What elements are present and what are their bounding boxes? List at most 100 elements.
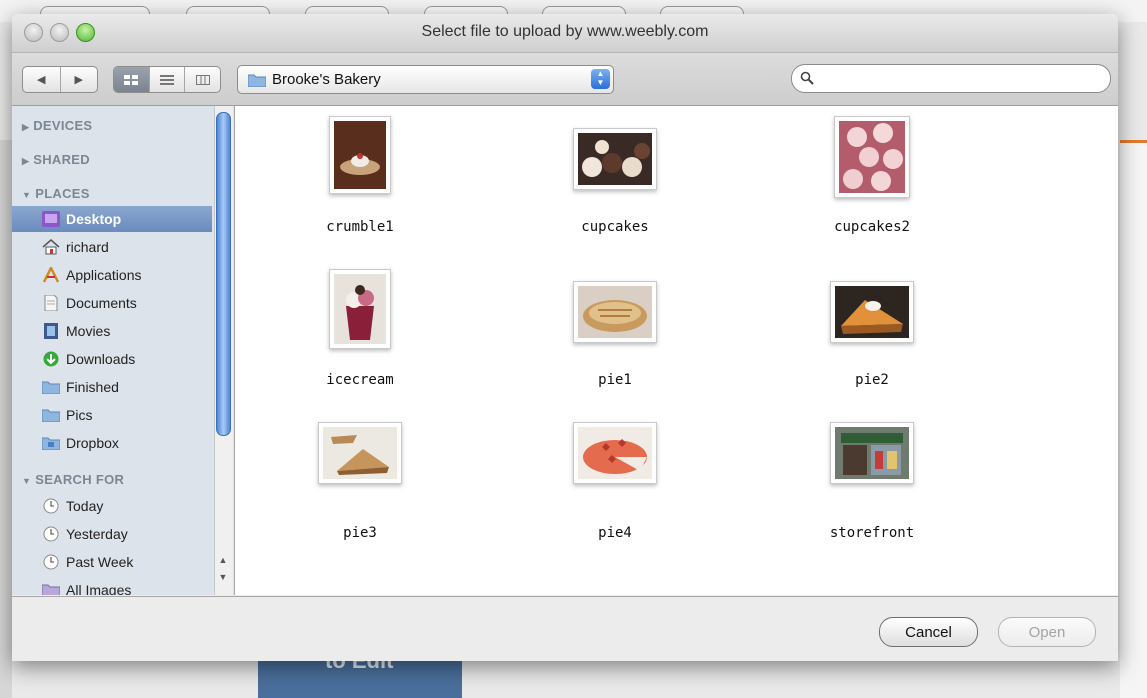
file-thumbnail xyxy=(573,281,657,343)
file-item-cupcakes2[interactable]: cupcakes2 xyxy=(792,116,952,256)
column-view-button[interactable] xyxy=(185,67,220,92)
folder-icon xyxy=(42,406,60,424)
file-thumbnail xyxy=(329,116,391,194)
file-upload-dialog: Select file to upload by www.weebly.com … xyxy=(12,14,1118,661)
open-button[interactable]: Open xyxy=(998,617,1096,647)
location-label: Brooke's Bakery xyxy=(272,71,381,88)
dialog-footer: Cancel Open xyxy=(12,596,1118,661)
search-icon xyxy=(800,71,814,85)
shared-section-header[interactable]: ▶ SHARED xyxy=(22,152,90,167)
sidebar-scrollbar-thumb[interactable] xyxy=(216,112,231,436)
file-item-pie3[interactable]: pie3 xyxy=(280,422,440,562)
clock-icon xyxy=(42,525,60,543)
background-page-edge xyxy=(0,140,12,698)
sidebar-item-desktop[interactable]: Desktop xyxy=(12,206,212,232)
forward-button[interactable]: ▶ xyxy=(61,67,98,92)
sidebar-item-downloads[interactable]: Downloads xyxy=(12,346,212,372)
sidebar-item-label: Finished xyxy=(66,379,119,395)
sidebar-item-past-week[interactable]: Past Week xyxy=(12,549,212,575)
file-name: crumble1 xyxy=(326,219,394,235)
file-name: cupcakes xyxy=(581,219,649,235)
file-item-storefront[interactable]: storefront xyxy=(792,422,952,562)
sidebar-item-label: Past Week xyxy=(66,554,134,570)
clock-icon xyxy=(42,497,60,515)
file-thumbnail xyxy=(318,422,402,484)
disclosure-open-icon: ▼ xyxy=(22,476,32,486)
search-field[interactable] xyxy=(791,64,1111,93)
desktop-icon xyxy=(42,210,60,228)
sidebar-item-label: Pics xyxy=(66,407,93,423)
window-title: Select file to upload by www.weebly.com xyxy=(421,23,709,40)
search-for-section-header[interactable]: ▼ SEARCH FOR xyxy=(22,472,124,487)
sidebar-item-label: Movies xyxy=(66,323,111,339)
file-name: pie2 xyxy=(855,372,889,388)
sidebar: ▶ DEVICES ▶ SHARED ▼ PLACES Desktop richard… xyxy=(12,106,235,595)
sidebar-item-yesterday[interactable]: Yesterday xyxy=(12,521,212,547)
scroll-up-arrow-icon[interactable]: ▲ xyxy=(216,555,230,565)
movies-icon xyxy=(42,322,60,340)
folder-icon xyxy=(248,74,266,87)
file-name: pie1 xyxy=(598,372,632,388)
sidebar-item-applications[interactable]: Applications xyxy=(12,262,212,288)
scroll-down-arrow-icon[interactable]: ▼ xyxy=(216,572,230,582)
search-input[interactable] xyxy=(818,68,1102,89)
disclosure-open-icon: ▼ xyxy=(22,190,32,200)
cancel-button[interactable]: Cancel xyxy=(879,617,978,647)
sidebar-item-label: Yesterday xyxy=(66,526,128,542)
sidebar-item-label: Desktop xyxy=(66,211,122,227)
sidebar-item-today[interactable]: Today xyxy=(12,493,212,519)
background-accent-line xyxy=(1120,140,1147,143)
sidebar-item-documents[interactable]: Documents xyxy=(12,290,212,316)
view-mode-control xyxy=(113,66,221,93)
sidebar-item-finished[interactable]: Finished xyxy=(12,374,212,400)
applications-icon xyxy=(42,266,60,284)
downloads-icon xyxy=(42,350,60,368)
file-thumbnail xyxy=(573,128,657,190)
documents-icon xyxy=(42,294,60,312)
devices-section-header[interactable]: ▶ DEVICES xyxy=(22,118,92,133)
toolbar: ◀ ▶ Brooke's Bakery ▲ ▼ xyxy=(12,53,1118,106)
file-item-icecream[interactable]: icecream xyxy=(280,269,440,409)
disclosure-closed-icon: ▶ xyxy=(22,122,30,132)
home-icon xyxy=(42,238,60,256)
file-name: cupcakes2 xyxy=(834,219,910,235)
popup-arrows-icon: ▲ ▼ xyxy=(591,69,610,89)
sidebar-item-dropbox[interactable]: Dropbox xyxy=(12,430,212,456)
file-item-cupcakes[interactable]: cupcakes xyxy=(535,116,695,256)
file-name: storefront xyxy=(829,525,915,541)
file-browser: crumble1 cupcakes cupcakes2 icecream pie xyxy=(235,106,1118,595)
file-item-pie4[interactable]: pie4 xyxy=(535,422,695,562)
sidebar-item-movies[interactable]: Movies xyxy=(12,318,212,344)
file-thumbnail xyxy=(573,422,657,484)
places-section-header[interactable]: ▼ PLACES xyxy=(22,186,90,201)
file-thumbnail xyxy=(830,422,914,484)
background-side-panel xyxy=(1120,140,1147,698)
list-view-button[interactable] xyxy=(150,67,186,92)
icon-view-button[interactable] xyxy=(114,67,150,92)
sidebar-item-label: Dropbox xyxy=(66,435,119,451)
file-thumbnail xyxy=(830,281,914,343)
file-item-pie1[interactable]: pie1 xyxy=(535,269,695,409)
file-name: pie3 xyxy=(343,525,377,541)
file-name: pie4 xyxy=(598,525,632,541)
title-bar[interactable]: Select file to upload by www.weebly.com xyxy=(12,14,1118,53)
dropbox-folder-icon xyxy=(42,434,60,452)
forward-arrow-icon: ▶ xyxy=(74,74,83,86)
sidebar-item-label: Today xyxy=(66,498,104,514)
folder-icon xyxy=(42,378,60,396)
location-popup[interactable]: Brooke's Bakery ▲ ▼ xyxy=(237,65,614,94)
back-forward-control: ◀ ▶ xyxy=(22,66,98,93)
sidebar-item-pics[interactable]: Pics xyxy=(12,402,212,428)
sidebar-item-all-images[interactable]: All Images xyxy=(12,577,212,595)
sidebar-item-richard[interactable]: richard xyxy=(12,234,212,260)
file-name: icecream xyxy=(326,372,394,388)
sidebar-item-label: All Images xyxy=(66,582,132,595)
file-thumbnail xyxy=(329,269,391,349)
icon-view-icon xyxy=(124,74,139,85)
images-folder-icon xyxy=(42,581,60,595)
file-item-crumble1[interactable]: crumble1 xyxy=(280,116,440,256)
sidebar-item-label: Applications xyxy=(66,267,142,283)
back-button[interactable]: ◀ xyxy=(23,67,61,92)
file-item-pie2[interactable]: pie2 xyxy=(792,269,952,409)
sidebar-item-label: richard xyxy=(66,239,109,255)
